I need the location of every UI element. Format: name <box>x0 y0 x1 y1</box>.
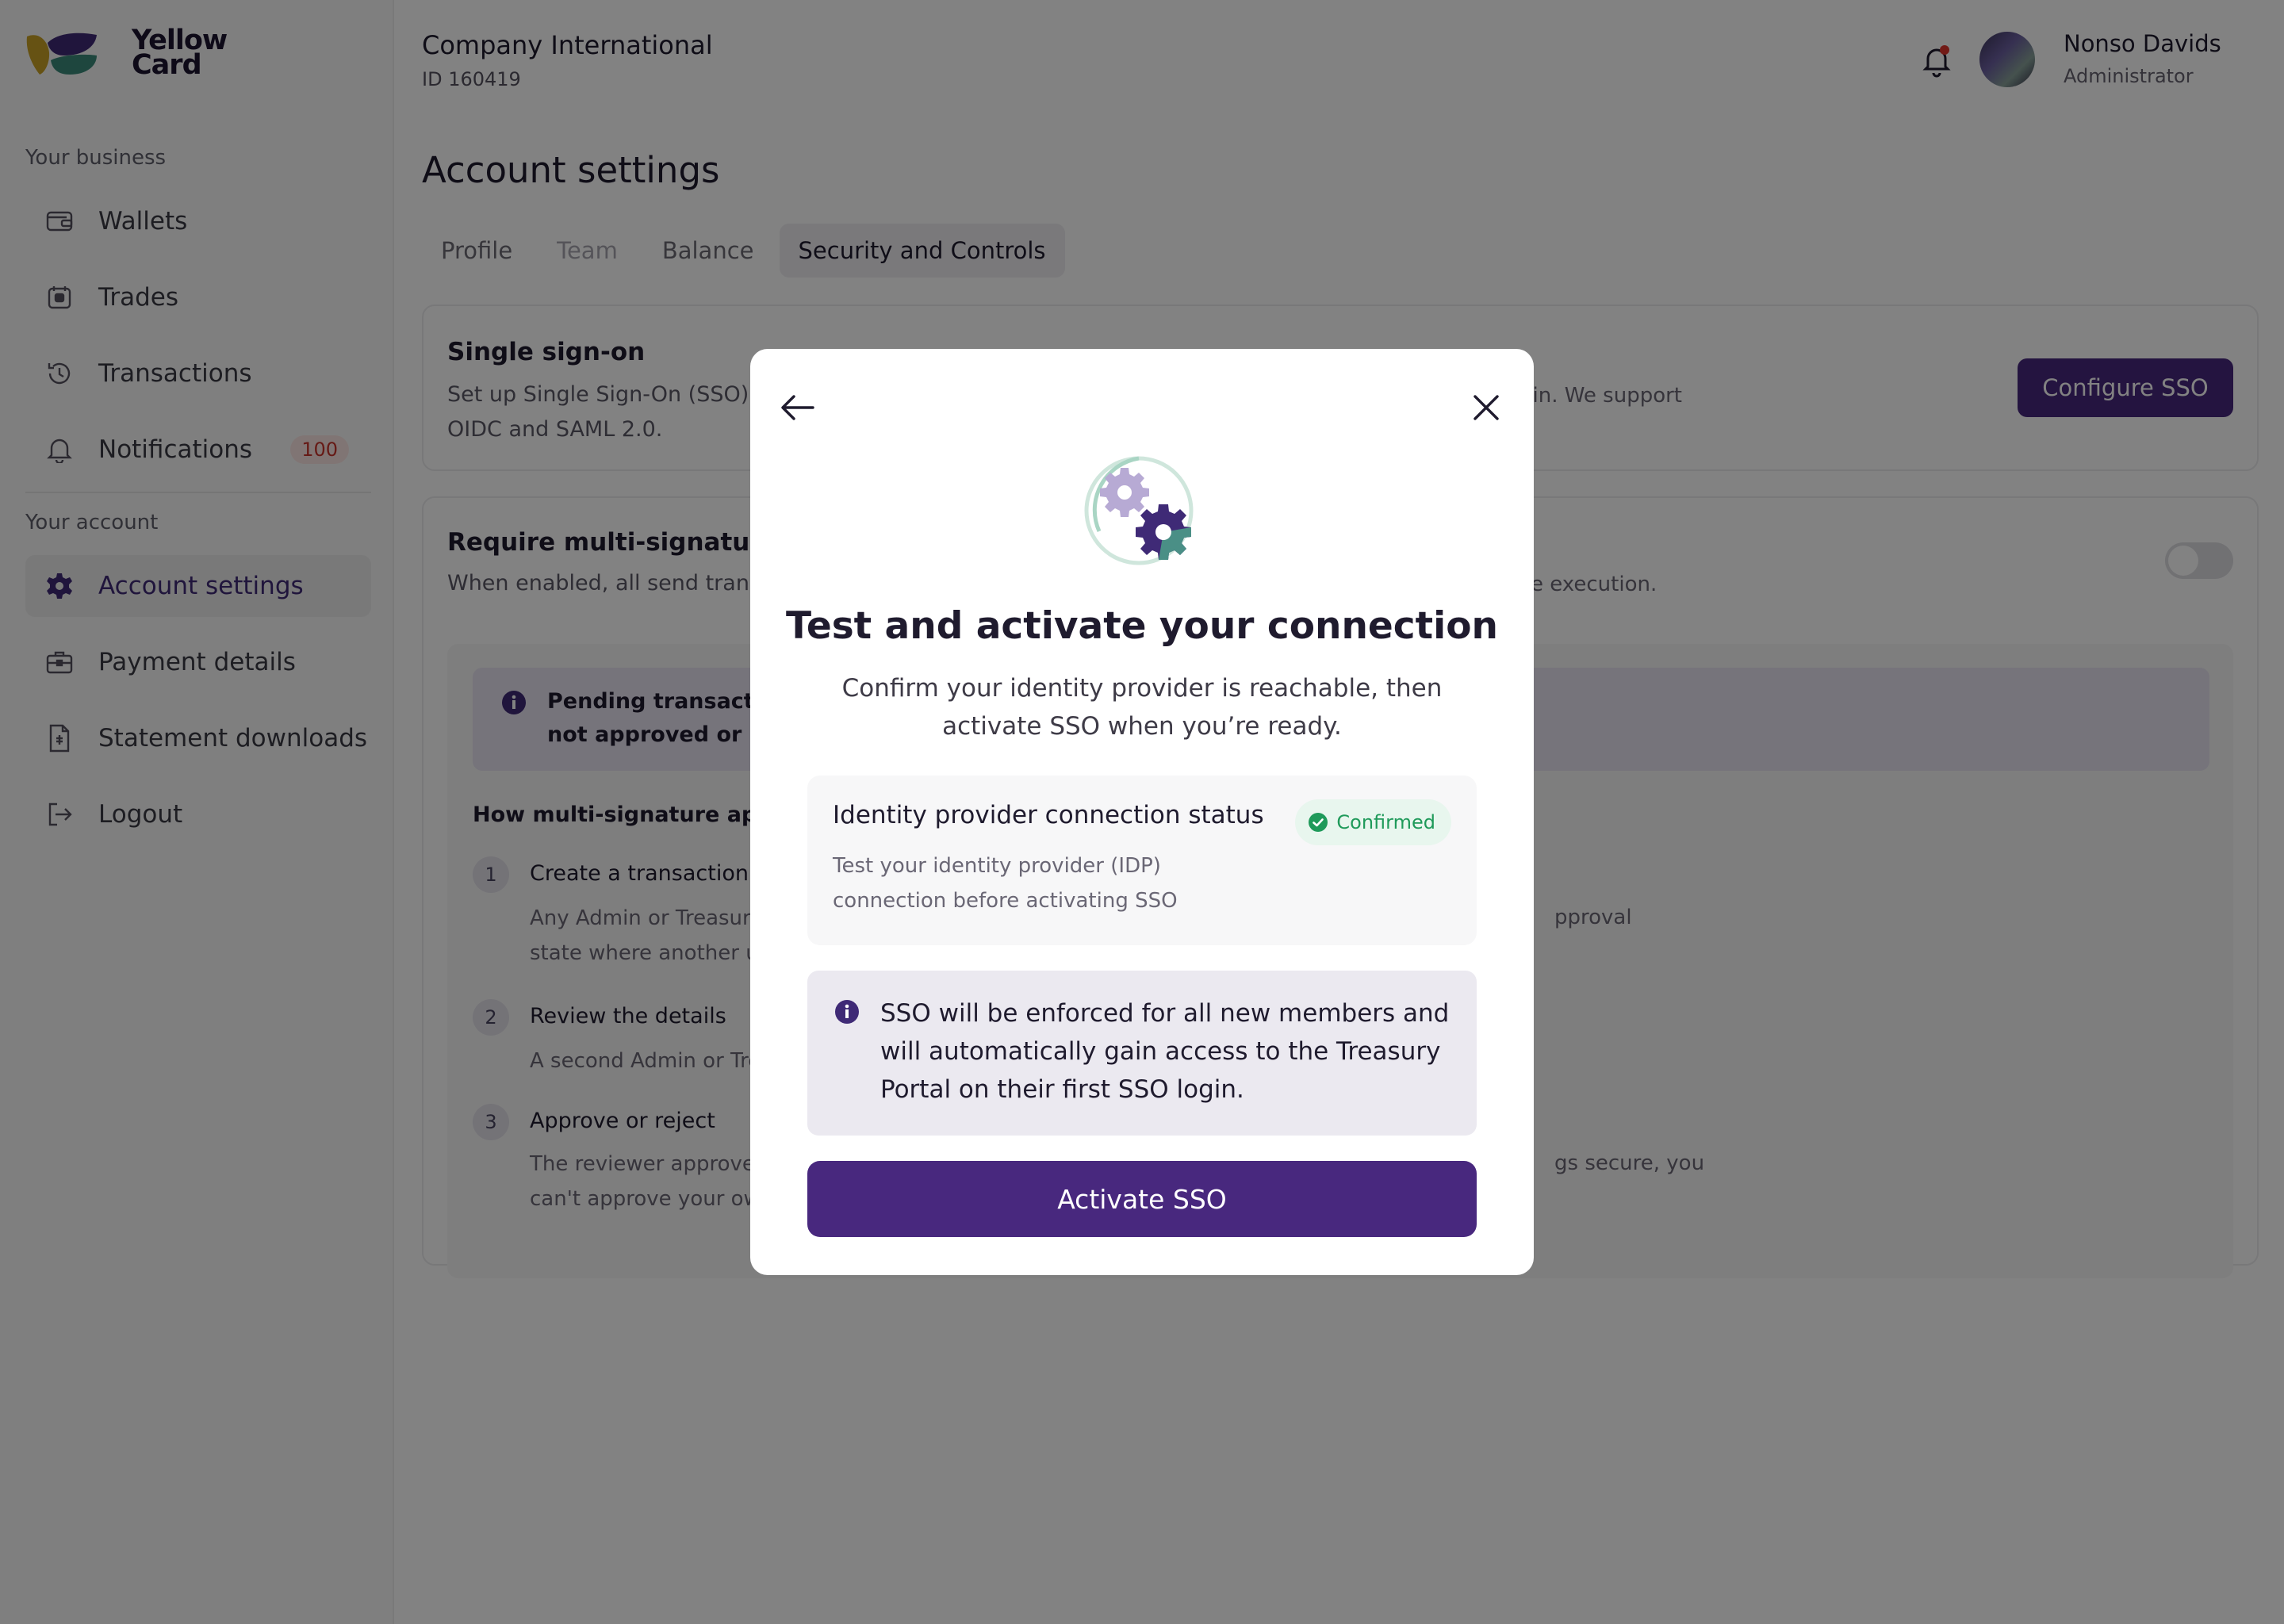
sso-enforcement-text: SSO will be enforced for all new members… <box>880 999 1450 1104</box>
status-badge-label: Confirmed <box>1336 811 1435 833</box>
idp-status-description: Test your identity provider (IDP) connec… <box>833 854 1178 913</box>
arrow-left-icon <box>781 395 814 420</box>
settings-gears-icon <box>1084 456 1194 565</box>
idp-status-title: Identity provider connection status <box>833 801 1264 829</box>
back-button[interactable] <box>776 385 820 430</box>
activate-sso-button[interactable]: Activate SSO <box>807 1161 1477 1237</box>
idp-status-card: Identity provider connection status Test… <box>807 776 1477 945</box>
status-badge: Confirmed <box>1295 799 1451 845</box>
sso-enforcement-notice: SSO will be enforced for all new members… <box>807 971 1477 1136</box>
modal-subtitle: Confirm your identity provider is reacha… <box>841 674 1443 741</box>
close-icon <box>1473 395 1499 420</box>
close-button[interactable] <box>1464 385 1508 430</box>
activate-sso-modal: Test and activate your connection Confir… <box>750 349 1534 1275</box>
check-circle-icon <box>1309 813 1328 832</box>
modal-title: Test and activate your connection <box>786 604 1498 648</box>
info-icon <box>835 1000 859 1024</box>
